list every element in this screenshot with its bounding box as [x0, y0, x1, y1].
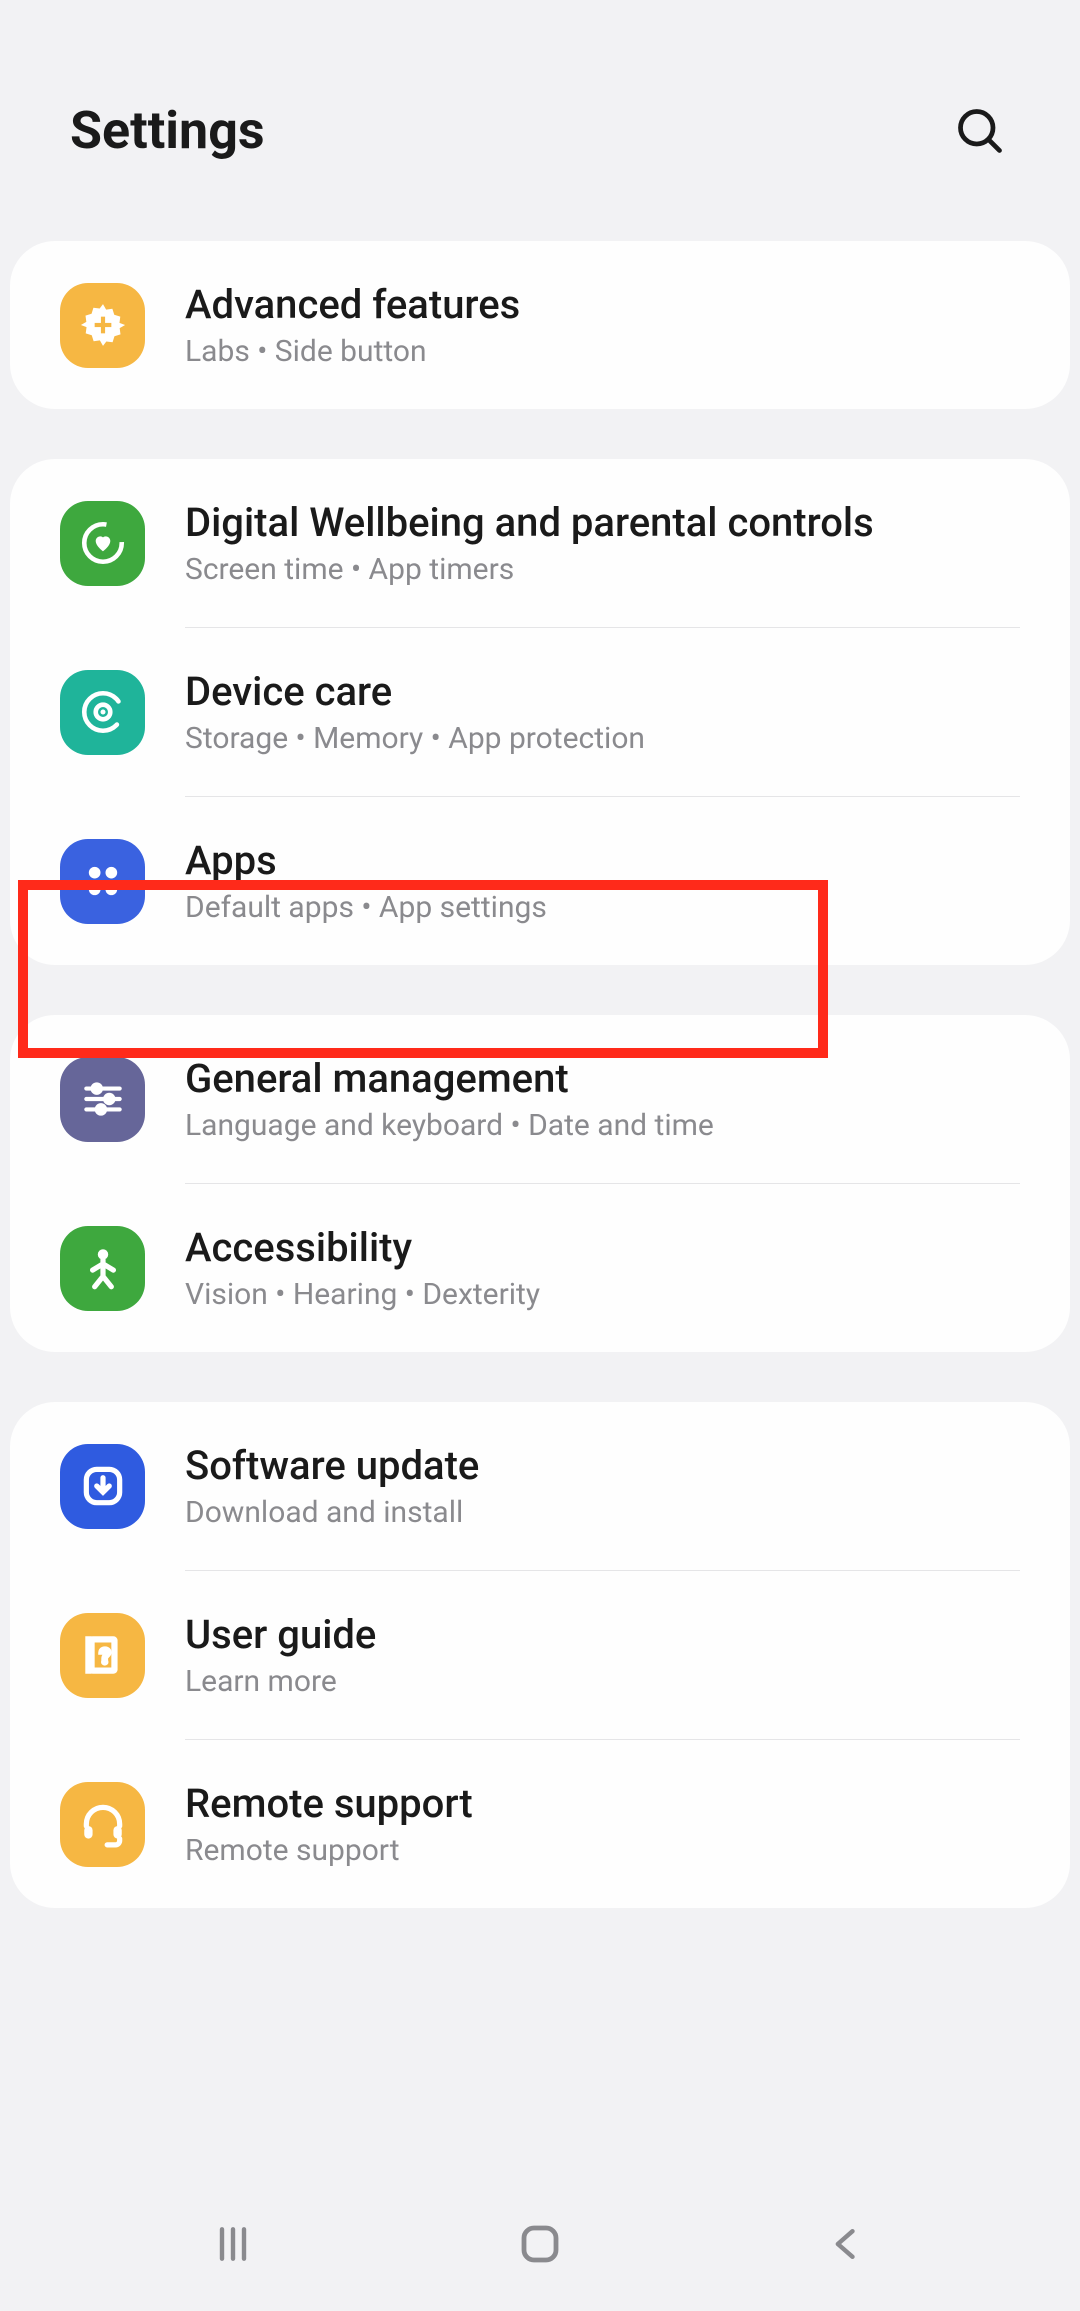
- settings-item-digital-wellbeing[interactable]: Digital Wellbeing and parental controls S…: [10, 459, 1070, 627]
- page-title: Settings: [70, 100, 265, 161]
- heart-circle-icon: [60, 501, 145, 586]
- settings-group: Software update Download and install? User…: [10, 1402, 1070, 1908]
- item-text: Software update Download and install: [185, 1442, 1020, 1530]
- item-title: Digital Wellbeing and parental controls: [185, 499, 1020, 546]
- item-subtitle: Default apps • App settings: [185, 890, 1020, 925]
- settings-item-remote-support[interactable]: Remote support Remote support: [10, 1740, 1070, 1908]
- sliders-icon: [60, 1057, 145, 1142]
- book-question-icon: ?: [60, 1613, 145, 1698]
- settings-group: Advanced features Labs • Side button: [10, 241, 1070, 409]
- item-subtitle: Remote support: [185, 1833, 1020, 1868]
- item-text: Remote support Remote support: [185, 1780, 1020, 1868]
- nav-recents-button[interactable]: [193, 2204, 273, 2284]
- search-button[interactable]: [950, 101, 1010, 161]
- item-title: Remote support: [185, 1780, 1020, 1827]
- settings-group: Digital Wellbeing and parental controls S…: [10, 459, 1070, 965]
- item-title: Accessibility: [185, 1224, 1020, 1271]
- item-text: User guide Learn more: [185, 1611, 1020, 1699]
- settings-list: Advanced features Labs • Side button Digit…: [0, 241, 1080, 1908]
- item-text: Digital Wellbeing and parental controls S…: [185, 499, 1020, 587]
- item-subtitle: Download and install: [185, 1495, 1020, 1530]
- item-subtitle: Storage • Memory • App protection: [185, 721, 1020, 756]
- item-title: General management: [185, 1055, 1020, 1102]
- settings-item-apps[interactable]: Apps Default apps • App settings: [10, 797, 1070, 965]
- headset-icon: [60, 1782, 145, 1867]
- refresh-circle-icon: [60, 670, 145, 755]
- settings-item-advanced-features[interactable]: Advanced features Labs • Side button: [10, 241, 1070, 409]
- item-subtitle: Learn more: [185, 1664, 1020, 1699]
- nav-back-button[interactable]: [807, 2204, 887, 2284]
- android-navbar: [0, 2176, 1080, 2311]
- item-text: Accessibility Vision • Hearing • Dexterit…: [185, 1224, 1020, 1312]
- item-title: Device care: [185, 668, 1020, 715]
- item-subtitle: Screen time • App timers: [185, 552, 1020, 587]
- home-icon: [516, 2220, 564, 2268]
- settings-item-general-management[interactable]: General management Language and keyboard …: [10, 1015, 1070, 1183]
- download-circle-icon: [60, 1444, 145, 1529]
- item-title: Advanced features: [185, 281, 1020, 328]
- back-icon: [825, 2222, 869, 2266]
- svg-text:?: ?: [99, 1645, 109, 1669]
- item-subtitle: Vision • Hearing • Dexterity: [185, 1277, 1020, 1312]
- settings-header: Settings: [0, 0, 1080, 241]
- nav-home-button[interactable]: [500, 2204, 580, 2284]
- settings-item-user-guide[interactable]: ? User guide Learn more: [10, 1571, 1070, 1739]
- settings-item-device-care[interactable]: Device care Storage • Memory • App protec…: [10, 628, 1070, 796]
- item-subtitle: Language and keyboard • Date and time: [185, 1108, 1020, 1143]
- settings-scroll[interactable]: Advanced features Labs • Side button Digit…: [0, 241, 1080, 2141]
- four-dots-icon: [60, 839, 145, 924]
- item-text: General management Language and keyboard …: [185, 1055, 1020, 1143]
- recents-icon: [211, 2222, 255, 2266]
- item-subtitle: Labs • Side button: [185, 334, 1020, 369]
- item-title: Apps: [185, 837, 1020, 884]
- item-text: Advanced features Labs • Side button: [185, 281, 1020, 369]
- settings-group: General management Language and keyboard …: [10, 1015, 1070, 1352]
- settings-item-software-update[interactable]: Software update Download and install: [10, 1402, 1070, 1570]
- search-icon: [954, 105, 1006, 157]
- settings-item-accessibility[interactable]: Accessibility Vision • Hearing • Dexterit…: [10, 1184, 1070, 1352]
- item-text: Device care Storage • Memory • App protec…: [185, 668, 1020, 756]
- person-icon: [60, 1226, 145, 1311]
- item-text: Apps Default apps • App settings: [185, 837, 1020, 925]
- item-title: Software update: [185, 1442, 1020, 1489]
- item-title: User guide: [185, 1611, 1020, 1658]
- gear-plus-icon: [60, 283, 145, 368]
